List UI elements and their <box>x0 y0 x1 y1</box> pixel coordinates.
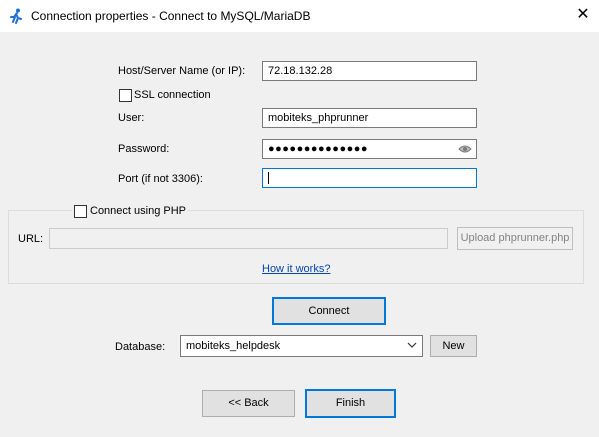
back-button[interactable]: << Back <box>202 390 295 417</box>
chevron-down-icon <box>407 342 417 348</box>
title-bar: Connection properties - Connect to MySQL… <box>0 0 599 32</box>
user-label: User: <box>118 112 145 124</box>
how-it-works-link[interactable]: How it works? <box>262 263 330 275</box>
connect-php-label: Connect using PHP <box>90 205 186 217</box>
connect-button[interactable]: Connect <box>272 297 386 325</box>
runner-icon <box>10 8 22 24</box>
port-input[interactable] <box>262 168 477 188</box>
database-label: Database: <box>115 341 166 353</box>
ssl-checkbox[interactable] <box>119 89 132 102</box>
new-database-button[interactable]: New <box>430 335 477 357</box>
port-label: Port (if not 3306): <box>118 173 203 185</box>
url-input[interactable] <box>49 228 448 249</box>
password-input[interactable]: ●●●●●●●●●●●●●● <box>262 139 477 159</box>
host-label: Host/Server Name (or IP): <box>118 65 246 77</box>
connect-php-checkbox[interactable] <box>74 205 87 218</box>
text-cursor <box>268 172 269 185</box>
url-label: URL: <box>18 233 44 245</box>
close-button[interactable]: ✕ <box>573 6 593 24</box>
eye-icon[interactable] <box>458 143 472 155</box>
close-icon: ✕ <box>576 6 590 23</box>
groupbox-header: Connect using PHP <box>72 205 188 219</box>
user-input[interactable]: mobiteks_phprunner <box>262 108 477 128</box>
host-input[interactable]: 72.18.132.28 <box>262 61 477 81</box>
password-label: Password: <box>118 143 170 155</box>
finish-button[interactable]: Finish <box>305 389 396 418</box>
ssl-label: SSL connection <box>134 89 211 101</box>
window-title: Connection properties - Connect to MySQL… <box>31 9 311 23</box>
database-value: mobiteks_helpdesk <box>186 340 281 352</box>
password-value: ●●●●●●●●●●●●●● <box>268 143 369 155</box>
upload-phprunner-button[interactable]: Upload phprunner.php <box>457 227 573 250</box>
database-select[interactable]: mobiteks_helpdesk <box>180 335 423 357</box>
